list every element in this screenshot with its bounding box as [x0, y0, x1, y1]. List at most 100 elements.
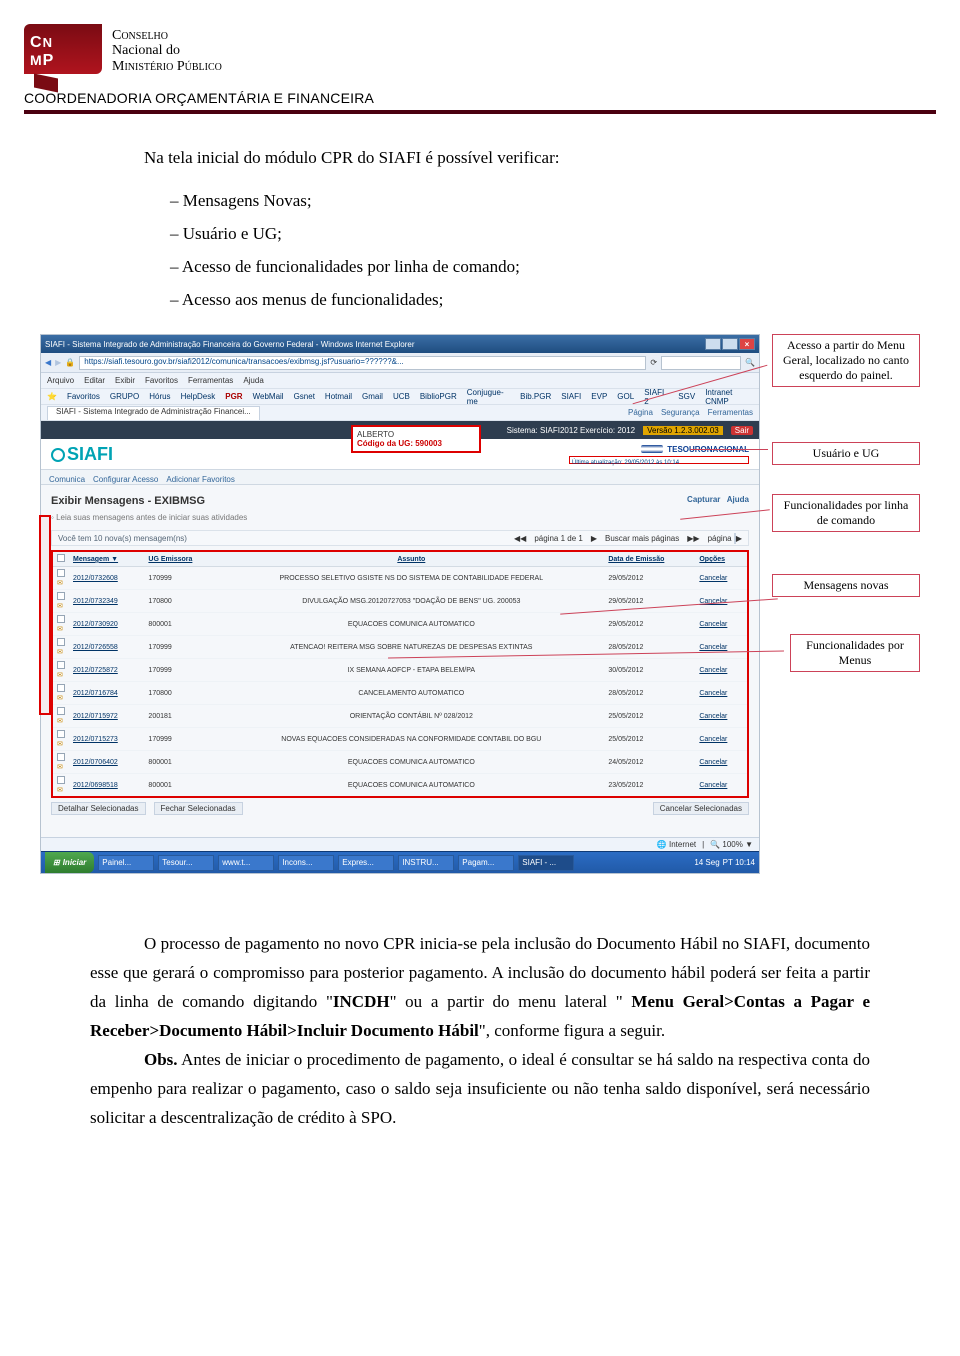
- capture-link[interactable]: Capturar: [687, 495, 720, 504]
- row-checkbox[interactable]: [57, 776, 65, 784]
- table-row[interactable]: ✉2012/0698518800001EQUACOES COMUNICA AUT…: [52, 774, 748, 798]
- row-checkbox[interactable]: [57, 615, 65, 623]
- maximize-button[interactable]: [722, 338, 738, 350]
- siafi-tab[interactable]: Configurar Acesso: [93, 475, 158, 484]
- detalhar-button[interactable]: Detalhar Selecionadas: [51, 802, 146, 815]
- search-field[interactable]: [661, 356, 741, 370]
- col-data[interactable]: Data de Emissão: [604, 551, 695, 567]
- fechar-button[interactable]: Fechar Selecionadas: [154, 802, 243, 815]
- table-row[interactable]: ✉2012/0725872170999IX SEMANA AOFCP - ETA…: [52, 659, 748, 682]
- table-row[interactable]: ✉2012/0715972200181ORIENTAÇÃO CONTÁBIL N…: [52, 705, 748, 728]
- task-item[interactable]: Incons...: [278, 855, 334, 871]
- fav-item[interactable]: UCB: [393, 392, 410, 401]
- table-row[interactable]: ✉2012/0732349170800DIVULGAÇÃO MSG.201207…: [52, 590, 748, 613]
- row-checkbox[interactable]: [57, 592, 65, 600]
- cancel-link[interactable]: Cancelar: [699, 621, 727, 628]
- table-row[interactable]: ✉2012/0732608170999PROCESSO SELETIVO GSI…: [52, 567, 748, 590]
- menu-item[interactable]: Ajuda: [243, 376, 263, 385]
- page-input[interactable]: [734, 533, 736, 544]
- fav-item[interactable]: Conjugue-me: [467, 388, 510, 406]
- minimize-button[interactable]: [705, 338, 721, 350]
- help-link[interactable]: Ajuda: [727, 495, 749, 504]
- col-mensagem[interactable]: Mensagem ▼: [69, 551, 144, 567]
- forward-icon[interactable]: ▶: [55, 358, 61, 367]
- cell-mensagem[interactable]: 2012/0715273: [69, 728, 144, 751]
- tb-btn[interactable]: Página: [628, 408, 653, 417]
- row-checkbox[interactable]: [57, 753, 65, 761]
- cell-mensagem[interactable]: 2012/0715972: [69, 705, 144, 728]
- row-checkbox[interactable]: [57, 661, 65, 669]
- col-assunto[interactable]: Assunto: [218, 551, 604, 567]
- task-item-selected[interactable]: SIAFI - ...: [518, 855, 574, 871]
- cancel-link[interactable]: Cancelar: [699, 736, 727, 743]
- menu-item[interactable]: Arquivo: [47, 376, 74, 385]
- siafi-tab[interactable]: Comunica: [49, 475, 85, 484]
- select-all-checkbox[interactable]: [57, 554, 65, 562]
- fav-item[interactable]: SIAFI: [561, 392, 581, 401]
- task-item[interactable]: Pagam...: [458, 855, 514, 871]
- fav-item[interactable]: Bib.PGR: [520, 392, 551, 401]
- cell-mensagem[interactable]: 2012/0730920: [69, 613, 144, 636]
- row-checkbox[interactable]: [57, 638, 65, 646]
- siafi-tab[interactable]: Adicionar Favoritos: [166, 475, 234, 484]
- start-button[interactable]: ⊞ Iniciar: [45, 852, 94, 873]
- task-item[interactable]: Expres...: [338, 855, 394, 871]
- task-item[interactable]: Tesour...: [158, 855, 214, 871]
- search-icon[interactable]: 🔍: [745, 358, 755, 367]
- fav-item[interactable]: GOL: [617, 392, 634, 401]
- close-button[interactable]: ×: [739, 338, 755, 350]
- cancel-sel-button[interactable]: Cancelar Selecionadas: [653, 802, 749, 815]
- table-row[interactable]: ✉2012/0706402800001EQUACOES COMUNICA AUT…: [52, 751, 748, 774]
- cancel-link[interactable]: Cancelar: [699, 644, 727, 651]
- table-row[interactable]: ✉2012/0726558170999ATENCAO! REITERA MSG …: [52, 636, 748, 659]
- tb-btn[interactable]: Segurança: [661, 408, 700, 417]
- table-row[interactable]: ✉2012/0715273170999NOVAS EQUACOES CONSID…: [52, 728, 748, 751]
- cancel-link[interactable]: Cancelar: [699, 575, 727, 582]
- menu-item[interactable]: Favoritos: [145, 376, 178, 385]
- refresh-icon[interactable]: ⟳: [650, 358, 657, 367]
- sair-button[interactable]: Sair: [731, 426, 753, 435]
- pager-buscar[interactable]: Buscar mais páginas: [605, 534, 679, 543]
- col-ug[interactable]: UG Emissora: [144, 551, 218, 567]
- fav-item[interactable]: Gsnet: [294, 392, 315, 401]
- menu-item[interactable]: Ferramentas: [188, 376, 233, 385]
- row-checkbox[interactable]: [57, 707, 65, 715]
- tb-btn[interactable]: Ferramentas: [708, 408, 753, 417]
- menu-item[interactable]: Editar: [84, 376, 105, 385]
- cell-mensagem[interactable]: 2012/0732349: [69, 590, 144, 613]
- task-item[interactable]: www.t...: [218, 855, 274, 871]
- row-checkbox[interactable]: [57, 730, 65, 738]
- cancel-link[interactable]: Cancelar: [699, 713, 727, 720]
- fav-item[interactable]: WebMail: [253, 392, 284, 401]
- task-item[interactable]: Painel...: [98, 855, 154, 871]
- cancel-link[interactable]: Cancelar: [699, 667, 727, 674]
- cell-mensagem[interactable]: 2012/0725872: [69, 659, 144, 682]
- fav-item[interactable]: HelpDesk: [181, 392, 216, 401]
- table-row[interactable]: ✉2012/0716784170800CANCELAMENTO AUTOMATI…: [52, 682, 748, 705]
- fav-item[interactable]: GRUPO: [110, 392, 139, 401]
- fav-item[interactable]: Gmail: [362, 392, 383, 401]
- cell-mensagem[interactable]: 2012/0726558: [69, 636, 144, 659]
- cell-mensagem[interactable]: 2012/0698518: [69, 774, 144, 798]
- fav-item[interactable]: Hórus: [149, 392, 170, 401]
- task-item[interactable]: INSTRU...: [398, 855, 454, 871]
- cell-mensagem[interactable]: 2012/0732608: [69, 567, 144, 590]
- fav-item[interactable]: EVP: [591, 392, 607, 401]
- menu-item[interactable]: Exibir: [115, 376, 135, 385]
- cancel-link[interactable]: Cancelar: [699, 690, 727, 697]
- fav-item[interactable]: Hotmail: [325, 392, 352, 401]
- cancel-link[interactable]: Cancelar: [699, 782, 727, 789]
- cell-mensagem[interactable]: 2012/0716784: [69, 682, 144, 705]
- fav-item[interactable]: PGR: [225, 392, 242, 401]
- browser-tab[interactable]: SIAFI - Sistema Integrado de Administraç…: [47, 406, 260, 420]
- fav-item[interactable]: SGV: [678, 392, 695, 401]
- back-icon[interactable]: ◀: [45, 358, 51, 367]
- cancel-link[interactable]: Cancelar: [699, 759, 727, 766]
- zoom-level[interactable]: 🔍 100% ▼: [710, 840, 753, 849]
- url-field[interactable]: https://siafi.tesouro.gov.br/siafi2012/c…: [79, 356, 646, 370]
- fav-item[interactable]: Intranet CNMP: [705, 388, 753, 406]
- row-checkbox[interactable]: [57, 684, 65, 692]
- table-row[interactable]: ✉2012/0730920800001EQUACOES COMUNICA AUT…: [52, 613, 748, 636]
- fav-item[interactable]: Favoritos: [67, 392, 100, 401]
- row-checkbox[interactable]: [57, 569, 65, 577]
